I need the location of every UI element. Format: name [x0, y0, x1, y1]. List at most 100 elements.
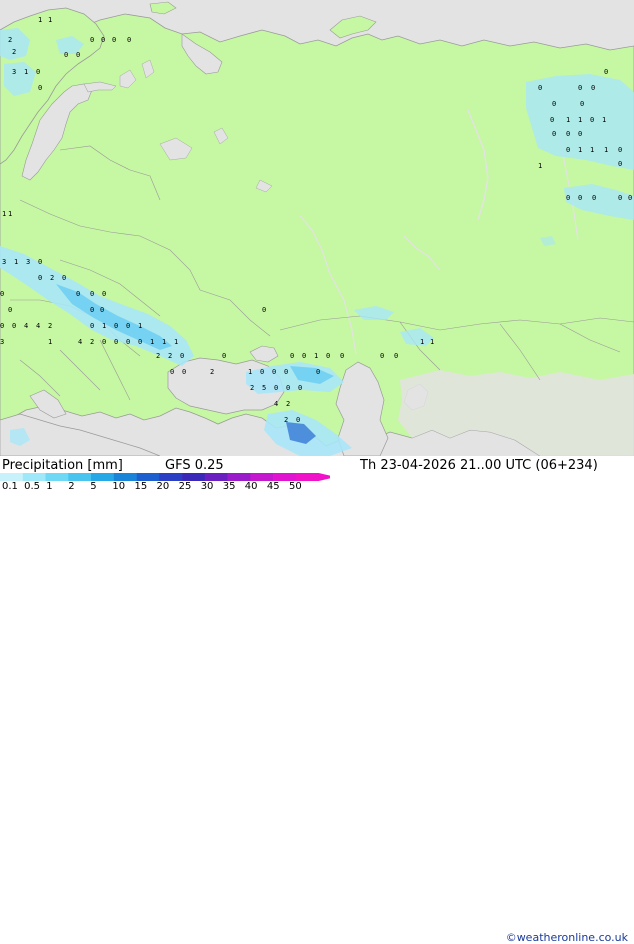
- precip-value: 2: [48, 322, 53, 330]
- precip-value: 0: [290, 352, 295, 360]
- precip-value: 2: [250, 384, 255, 392]
- precip-value: 1: [314, 352, 319, 360]
- precip-value: 0: [580, 100, 585, 108]
- precip-value: 1: [102, 322, 107, 330]
- legend-title: Precipitation [mm]: [2, 458, 123, 473]
- precip-value: 4: [24, 322, 29, 330]
- precip-value: 1: [48, 16, 53, 24]
- scale-arrow: [318, 473, 330, 481]
- precip-value: 0: [102, 290, 107, 298]
- precip-value: 1: [602, 116, 607, 124]
- precip-value: 0: [100, 306, 105, 314]
- scale-tick-label: 0.1: [2, 481, 18, 492]
- scale-swatch: [113, 473, 137, 481]
- precip-value: 1: [138, 322, 143, 330]
- precip-value: 1: [420, 338, 425, 346]
- precip-value: 0: [284, 368, 289, 376]
- precip-value: 0: [126, 338, 131, 346]
- scale-tick-label: 10: [112, 481, 126, 492]
- scale-swatch: [273, 473, 297, 481]
- scale-swatch: [136, 473, 160, 481]
- precip-value: 3: [0, 338, 5, 346]
- precip-value: 0: [628, 194, 633, 202]
- scale-swatch: [45, 473, 69, 481]
- precip-value: 4: [78, 338, 83, 346]
- precip-value: 1: [578, 116, 583, 124]
- precip-value: 0: [578, 84, 583, 92]
- precip-value: 0: [326, 352, 331, 360]
- precip-value: 2: [12, 48, 17, 56]
- precip-value: 2: [168, 352, 173, 360]
- scale-tick-label: 30: [200, 481, 214, 492]
- precip-value: 0: [316, 368, 321, 376]
- precip-value: 0: [552, 100, 557, 108]
- precip-value: 0: [566, 194, 571, 202]
- precip-value: 0: [90, 322, 95, 330]
- precip-value: 0: [64, 51, 69, 59]
- scale-tick-label: 20: [156, 481, 170, 492]
- precip-value: 1: [604, 146, 609, 154]
- precip-value: 0: [590, 116, 595, 124]
- scale-swatch: [22, 473, 46, 481]
- scale-tick-label: 15: [134, 481, 148, 492]
- precip-value: 0: [260, 368, 265, 376]
- precip-value: 1: [8, 210, 13, 218]
- scale-tick-label: 45: [266, 481, 280, 492]
- precip-value: 1: [174, 338, 179, 346]
- precip-value: 0: [102, 338, 107, 346]
- precip-value: 2: [210, 368, 215, 376]
- scale-swatch: [159, 473, 183, 481]
- precip-value: 1: [38, 16, 43, 24]
- precip-value: 0: [8, 306, 13, 314]
- precip-value: 0: [182, 368, 187, 376]
- scale-swatch: [250, 473, 274, 481]
- precip-value: 3: [2, 258, 7, 266]
- credit-link[interactable]: ©weatheronline.co.uk: [506, 931, 628, 944]
- scale-tick-label: 2: [68, 481, 75, 492]
- precip-value: 0: [566, 130, 571, 138]
- scale-tick-label: 40: [244, 481, 258, 492]
- precip-value: 0: [591, 84, 596, 92]
- precip-value: 0: [618, 146, 623, 154]
- precip-value: 1: [150, 338, 155, 346]
- precip-value: 0: [62, 274, 67, 282]
- precip-value: 3: [26, 258, 31, 266]
- precip-value: 0: [578, 194, 583, 202]
- precip-value: 0: [126, 322, 131, 330]
- precip-value: 0: [90, 36, 95, 44]
- model-name: GFS 0.25: [165, 458, 224, 473]
- precip-value: 0: [538, 84, 543, 92]
- precip-value: 0: [298, 384, 303, 392]
- precip-value: 0: [101, 36, 106, 44]
- scale-swatch: [204, 473, 228, 481]
- precip-value: 0: [272, 368, 277, 376]
- precip-value: 1: [24, 68, 29, 76]
- precip-value: 0: [38, 258, 43, 266]
- precip-value: 1: [566, 116, 571, 124]
- precip-value: 1: [590, 146, 595, 154]
- precip-value: 1: [248, 368, 253, 376]
- precip-value: 0: [618, 160, 623, 168]
- scale-swatch: [182, 473, 206, 481]
- precip-value: 0: [36, 68, 41, 76]
- scale-tick-label: 25: [178, 481, 192, 492]
- precip-value: 0: [180, 352, 185, 360]
- precip-value: 0: [578, 130, 583, 138]
- precip-value: 0: [618, 194, 623, 202]
- precip-value: 0: [138, 338, 143, 346]
- precip-value: 0: [76, 290, 81, 298]
- precip-value: 1: [162, 338, 167, 346]
- precip-value: 0: [566, 146, 571, 154]
- precip-value: 0: [112, 36, 117, 44]
- precip-value: 2: [50, 274, 55, 282]
- scale-tick-label: 5: [90, 481, 97, 492]
- precip-value: 0: [592, 194, 597, 202]
- precip-value: 0: [12, 322, 17, 330]
- precip-value: 0: [38, 274, 43, 282]
- precip-value: 0: [127, 36, 132, 44]
- precip-value: 0: [114, 338, 119, 346]
- precip-value: 0: [76, 51, 81, 59]
- precip-value: 3: [12, 68, 17, 76]
- precip-value: 1: [2, 210, 7, 218]
- precip-value: 2: [90, 338, 95, 346]
